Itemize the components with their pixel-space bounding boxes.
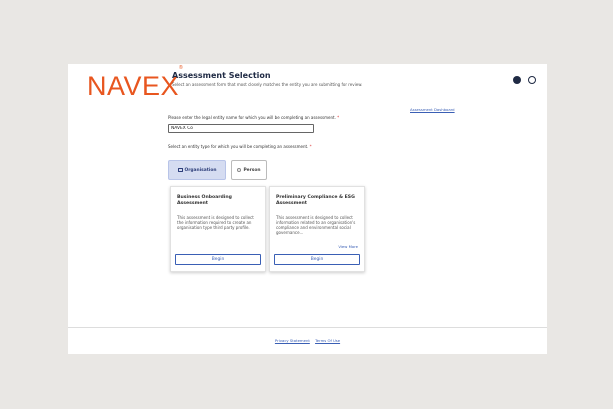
entity-type-organisation[interactable]: Organisation — [168, 160, 226, 180]
building-icon — [177, 168, 183, 172]
assessment-card-preliminary-compliance: Preliminary Compliance & ESG Assessment … — [269, 186, 365, 272]
entity-type-label: Select an entity type for which you will… — [168, 144, 312, 149]
person-icon — [237, 168, 242, 172]
begin-button[interactable]: Begin — [175, 254, 261, 265]
page-title: Assessment Selection — [172, 71, 271, 80]
card-title: Preliminary Compliance & ESG Assessment — [276, 195, 355, 206]
entity-type-person[interactable]: Person — [231, 160, 267, 180]
user-icon[interactable] — [528, 76, 536, 84]
card-title: Business Onboarding Assessment — [177, 195, 232, 206]
view-more-link[interactable]: View More — [338, 244, 358, 249]
begin-button[interactable]: Begin — [274, 254, 360, 265]
entity-name-input[interactable] — [168, 124, 314, 133]
assessment-card-business-onboarding: Business Onboarding Assessment This asse… — [170, 186, 266, 272]
footer-divider — [68, 327, 547, 328]
footer: Privacy Statement Terms Of Use — [68, 338, 547, 343]
privacy-statement-link[interactable]: Privacy Statement — [275, 338, 310, 343]
globe-icon[interactable] — [513, 76, 521, 84]
main-page: NAVEX® Assessment Selection Select an as… — [68, 64, 547, 354]
card-description: This assessment is designed to collect t… — [177, 215, 254, 230]
card-description: This assessment is designed to collect i… — [276, 215, 356, 235]
assessment-dashboard-link[interactable]: Assessment Dashboard — [410, 107, 455, 112]
entity-name-label: Please enter the legal entity name for w… — [168, 115, 340, 120]
page-subtitle: Select an assessment form that most clos… — [172, 82, 363, 87]
terms-of-use-link[interactable]: Terms Of Use — [315, 338, 340, 343]
navex-logo: NAVEX® — [87, 65, 184, 101]
